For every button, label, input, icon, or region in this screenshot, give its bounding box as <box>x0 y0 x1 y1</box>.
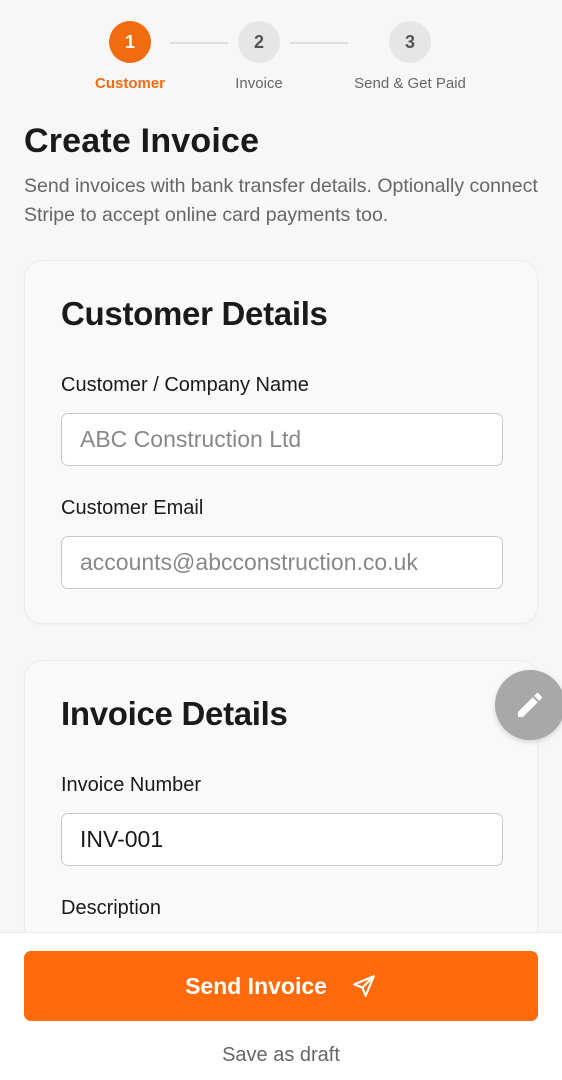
step-label: Invoice <box>235 75 283 92</box>
step-label: Customer <box>94 75 165 92</box>
customer-name-label: Customer / Company Name <box>61 374 309 396</box>
step-number: 2 <box>238 21 280 63</box>
create-invoice-page: 1 Customer 2 Invoice 3 Send & Get Paid C… <box>0 0 562 1080</box>
progress-stepper: 1 Customer 2 Invoice 3 Send & Get Paid <box>0 0 562 100</box>
invoice-number-label: Invoice Number <box>61 774 202 796</box>
customer-details-card: Customer Details Customer / Company Name… <box>24 260 538 624</box>
step-send-get-paid[interactable]: 3 Send & Get Paid <box>340 21 480 92</box>
send-invoice-label: Send Invoice <box>185 972 327 999</box>
customer-name-placeholder: ABC Construction Ltd <box>80 426 302 452</box>
step-number: 1 <box>109 21 151 63</box>
save-as-draft-link[interactable]: Save as draft <box>0 1044 562 1067</box>
send-invoice-button[interactable]: Send Invoice <box>24 951 538 1021</box>
step-invoice[interactable]: 2 Invoice <box>214 21 304 92</box>
edit-fab-button[interactable] <box>495 670 562 740</box>
customer-details-title: Customer Details <box>61 295 328 332</box>
customer-email-placeholder: accounts@abcconstruction.co.uk <box>80 549 418 575</box>
invoice-number-input[interactable]: INV-001 <box>61 813 503 866</box>
customer-email-label: Customer Email <box>61 497 204 519</box>
customer-email-input[interactable]: accounts@abcconstruction.co.uk <box>61 536 503 589</box>
step-customer[interactable]: 1 Customer <box>86 21 174 92</box>
page-subtitle: Send invoices with bank transfer details… <box>24 175 538 226</box>
invoice-details-title: Invoice Details <box>61 695 288 732</box>
paper-plane-icon <box>353 975 375 997</box>
page-title: Create Invoice <box>24 122 260 160</box>
step-label: Send & Get Paid <box>354 75 466 92</box>
description-label: Description <box>61 897 162 919</box>
pencil-icon <box>518 692 543 717</box>
customer-name-input[interactable]: ABC Construction Ltd <box>61 413 503 466</box>
bottom-action-bar: Send Invoice Save as draft <box>0 932 562 1080</box>
step-number: 3 <box>389 21 431 63</box>
invoice-number-value: INV-001 <box>80 826 164 852</box>
